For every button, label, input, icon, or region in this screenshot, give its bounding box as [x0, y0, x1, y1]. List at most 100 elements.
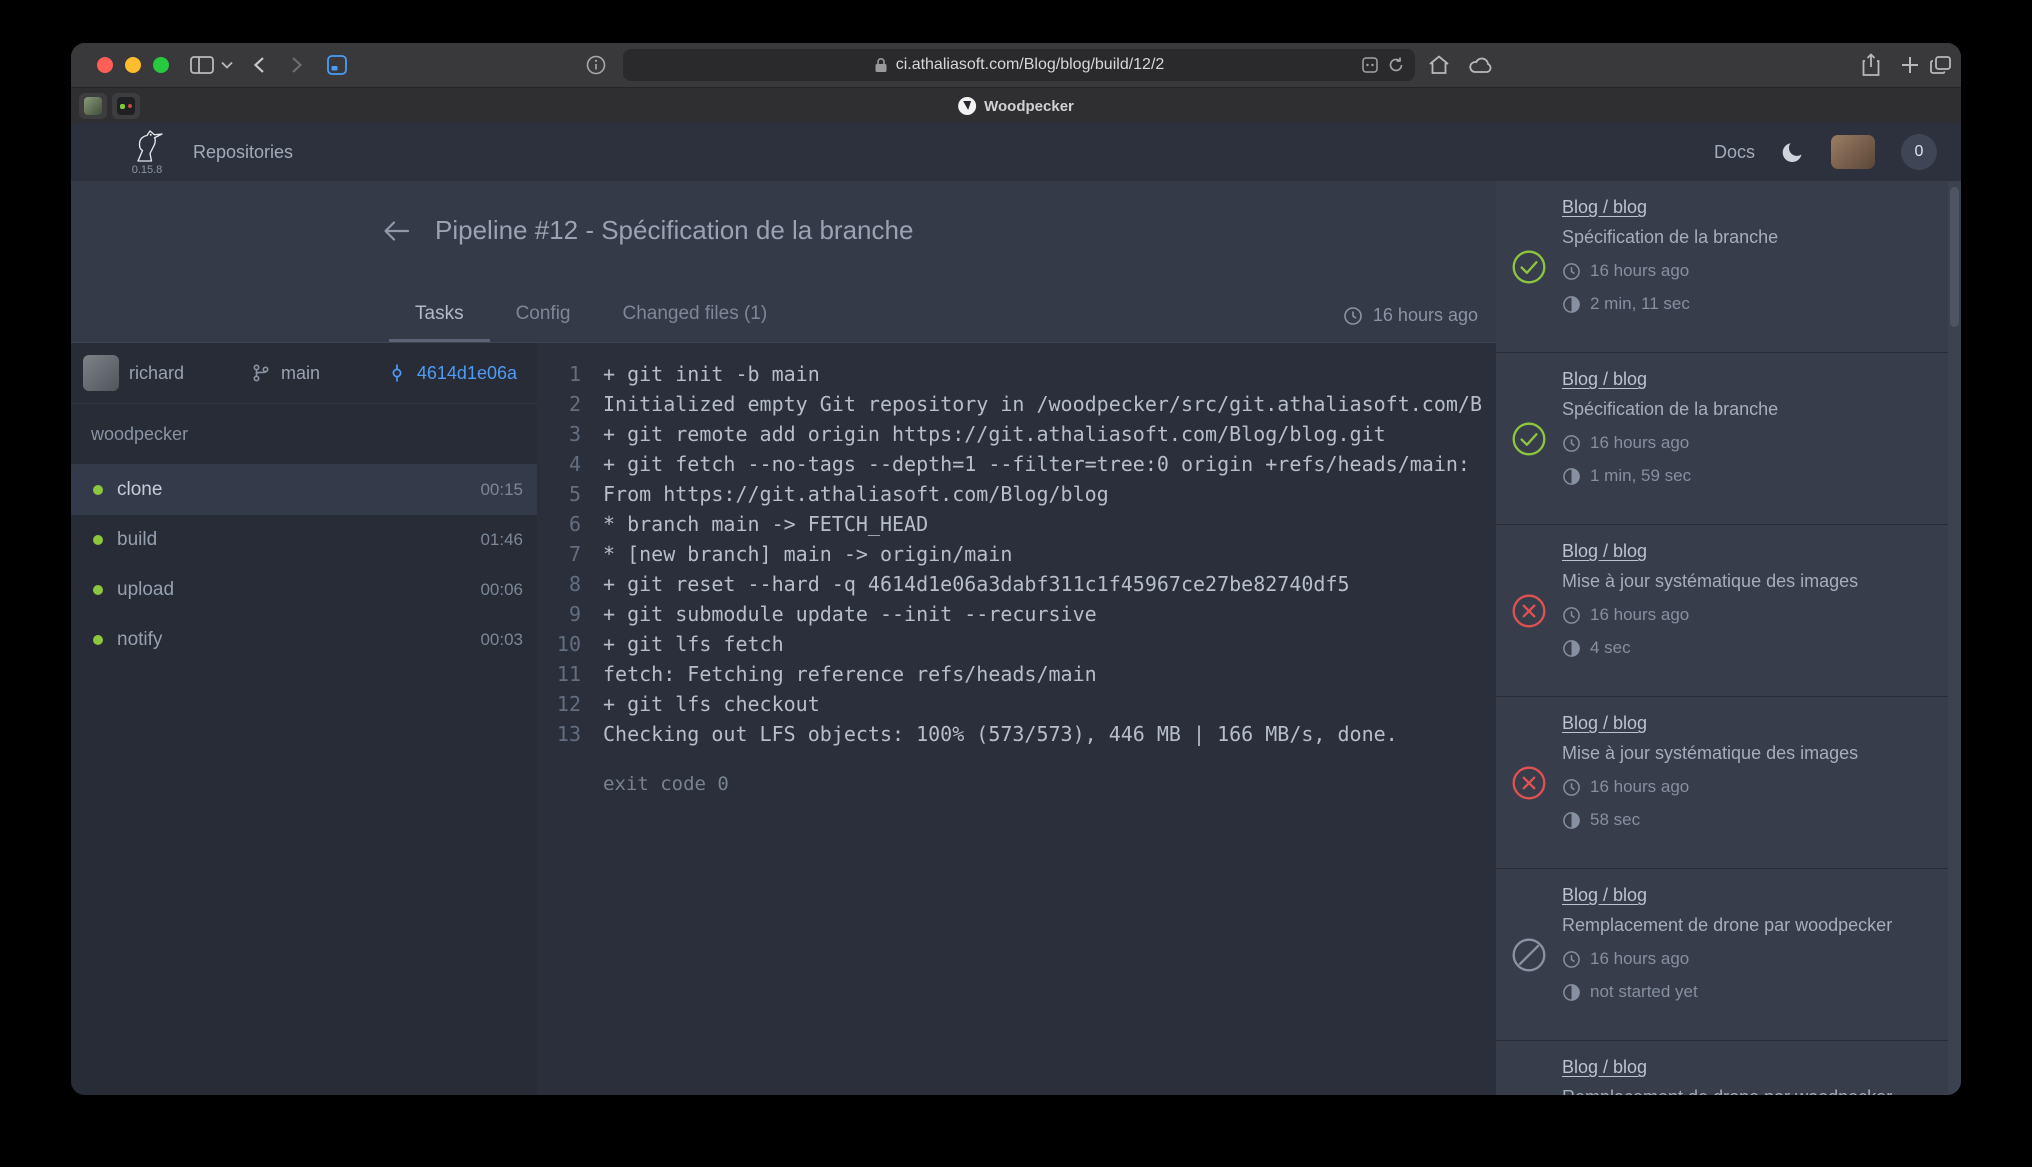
web-app-icon[interactable] — [325, 43, 349, 87]
site-settings-icon[interactable] — [1361, 49, 1379, 81]
log-line: 11fetch: Fetching reference refs/heads/m… — [537, 659, 1496, 689]
nav-docs[interactable]: Docs — [1714, 142, 1755, 163]
chevron-down-icon[interactable] — [221, 43, 233, 87]
tab-changed-files[interactable]: Changed files (1) — [597, 289, 794, 342]
commit-message: Spécification de la branche — [1562, 399, 1778, 420]
clock-icon — [1562, 606, 1581, 625]
woodpecker-favicon — [958, 97, 976, 115]
tab-overview-icon[interactable] — [1929, 43, 1953, 87]
pinned-tab-2[interactable] — [112, 93, 140, 119]
step-clone[interactable]: clone 00:15 — [71, 465, 537, 515]
log-line: 5From https://git.athaliasoft.com/Blog/b… — [537, 479, 1496, 509]
clock-icon — [1343, 306, 1363, 326]
privacy-info-icon[interactable] — [585, 43, 607, 87]
repo-link[interactable]: Blog / blog — [1562, 197, 1778, 218]
pipeline-card[interactable]: Blog / blog Remplacement de drone par wo… — [1496, 869, 1961, 1041]
repo-link[interactable]: Blog / blog — [1562, 885, 1892, 906]
logo-block[interactable]: 0.15.8 — [127, 128, 167, 176]
close-button[interactable] — [97, 57, 113, 73]
repo-link[interactable]: Blog / blog — [1562, 369, 1778, 390]
log-line: 6* branch main -> FETCH_HEAD — [537, 509, 1496, 539]
step-upload[interactable]: upload 00:06 — [71, 565, 537, 615]
app-header: 0.15.8 Repositories Docs 0 — [71, 123, 1961, 181]
status-success-icon — [1510, 181, 1548, 352]
duration-icon — [1562, 295, 1581, 314]
queue-counter-badge[interactable]: 0 — [1901, 134, 1937, 170]
tab-config[interactable]: Config — [490, 289, 597, 342]
log-line: 12+ git lfs checkout — [537, 689, 1496, 719]
step-notify[interactable]: notify 00:03 — [71, 615, 537, 665]
pipeline-header: Pipeline #12 - Spécification de la branc… — [71, 181, 1496, 343]
pinned-tab-2-favicon — [117, 97, 135, 115]
card-duration: not started yet — [1562, 982, 1892, 1002]
reload-icon[interactable] — [1387, 49, 1405, 81]
sidebar-scrollbar[interactable] — [1948, 181, 1961, 1095]
pipeline-card[interactable]: Blog / blog Spécification de la branche … — [1496, 353, 1961, 525]
log-line: 9+ git submodule update --init --recursi… — [537, 599, 1496, 629]
cloud-icon[interactable] — [1467, 43, 1495, 87]
log-line: 13Checking out LFS objects: 100% (573/57… — [537, 719, 1496, 749]
sidebar-toggle-icon[interactable] — [189, 43, 215, 87]
log-line: 1+ git init -b main — [537, 359, 1496, 389]
commit-message: Remplacement de drone par woodpecker — [1562, 915, 1892, 936]
status-not-started-icon — [1510, 869, 1548, 1040]
address-bar[interactable]: ci.athaliasoft.com/Blog/blog/build/12/2 — [623, 49, 1415, 81]
branch-group: main — [251, 363, 320, 384]
pipeline-card[interactable]: Blog / blog Mise à jour systématique des… — [1496, 697, 1961, 869]
log-line: 10+ git lfs fetch — [537, 629, 1496, 659]
tab-tasks[interactable]: Tasks — [389, 289, 490, 342]
user-avatar[interactable] — [1831, 135, 1875, 169]
pipeline-tab-bar: Tasks Config Changed files (1) 16 hours … — [71, 289, 1496, 343]
step-build[interactable]: build 01:46 — [71, 515, 537, 565]
nav-repositories[interactable]: Repositories — [193, 142, 293, 163]
app-body: Pipeline #12 - Spécification de la branc… — [71, 181, 1961, 1095]
zoom-button[interactable] — [153, 57, 169, 73]
active-tab[interactable]: Woodpecker — [958, 88, 1074, 124]
card-body: Blog / blog Mise à jour systématique des… — [1562, 713, 1858, 868]
main-column: Pipeline #12 - Spécification de la branc… — [71, 181, 1496, 1095]
pinned-tab-1[interactable] — [79, 93, 107, 119]
workflow-name: woodpecker — [71, 404, 537, 464]
log-line: 3+ git remote add origin https://git.ath… — [537, 419, 1496, 449]
back-icon[interactable] — [249, 43, 271, 87]
lock-icon — [874, 57, 888, 73]
log-panel: 1+ git init -b main 2Initialized empty G… — [537, 343, 1496, 1095]
pipeline-card[interactable]: Blog / blog Mise à jour systématique des… — [1496, 525, 1961, 697]
card-time: 16 hours ago — [1562, 605, 1858, 625]
new-tab-icon[interactable] — [1899, 43, 1921, 87]
woodpecker-logo-icon — [127, 128, 167, 164]
author-avatar — [83, 355, 119, 391]
pinned-tabs — [79, 93, 140, 119]
screen: ci.athaliasoft.com/Blog/blog/build/12/2 — [0, 0, 2032, 1167]
log-line: 4+ git fetch --no-tags --depth=1 --filte… — [537, 449, 1496, 479]
clock-icon — [1562, 950, 1581, 969]
home-icon[interactable] — [1427, 43, 1451, 87]
pipeline-card[interactable]: Blog / blog Spécification de la branche … — [1496, 181, 1961, 353]
title-row: Pipeline #12 - Spécification de la branc… — [381, 215, 913, 246]
forward-icon[interactable] — [285, 43, 307, 87]
repo-link[interactable]: Blog / blog — [1562, 541, 1858, 562]
scrollbar-thumb[interactable] — [1950, 187, 1959, 327]
commit-hash-link[interactable]: 4614d1e06a — [417, 363, 517, 384]
card-duration: 4 sec — [1562, 638, 1858, 658]
commit-context-row: richard main — [71, 343, 537, 403]
version-label: 0.15.8 — [132, 164, 163, 176]
duration-icon — [1562, 639, 1581, 658]
card-body: Blog / blog Remplacement de drone par wo… — [1562, 885, 1892, 1040]
card-time: 16 hours ago — [1562, 433, 1778, 453]
card-body: Blog / blog Spécification de la branche … — [1562, 197, 1778, 352]
pipeline-title: Pipeline #12 - Spécification de la branc… — [435, 215, 913, 246]
status-not-started-icon — [1510, 1041, 1548, 1095]
repo-link[interactable]: Blog / blog — [1562, 713, 1858, 734]
commit-group: 4614d1e06a — [387, 363, 517, 384]
share-icon[interactable] — [1859, 43, 1883, 87]
pipeline-card[interactable]: Blog / blog Remplacement de drone par wo… — [1496, 1041, 1961, 1095]
exit-code: exit code 0 — [603, 769, 1496, 799]
minimize-button[interactable] — [125, 57, 141, 73]
repo-link[interactable]: Blog / blog — [1562, 1057, 1892, 1078]
back-arrow-icon[interactable] — [381, 218, 411, 244]
pipeline-time: 16 hours ago — [1343, 289, 1478, 342]
browser-window: ci.athaliasoft.com/Blog/blog/build/12/2 — [71, 43, 1961, 1095]
theme-toggle-moon-icon[interactable] — [1781, 140, 1805, 164]
builds-sidebar: Blog / blog Spécification de la branche … — [1496, 181, 1961, 1095]
